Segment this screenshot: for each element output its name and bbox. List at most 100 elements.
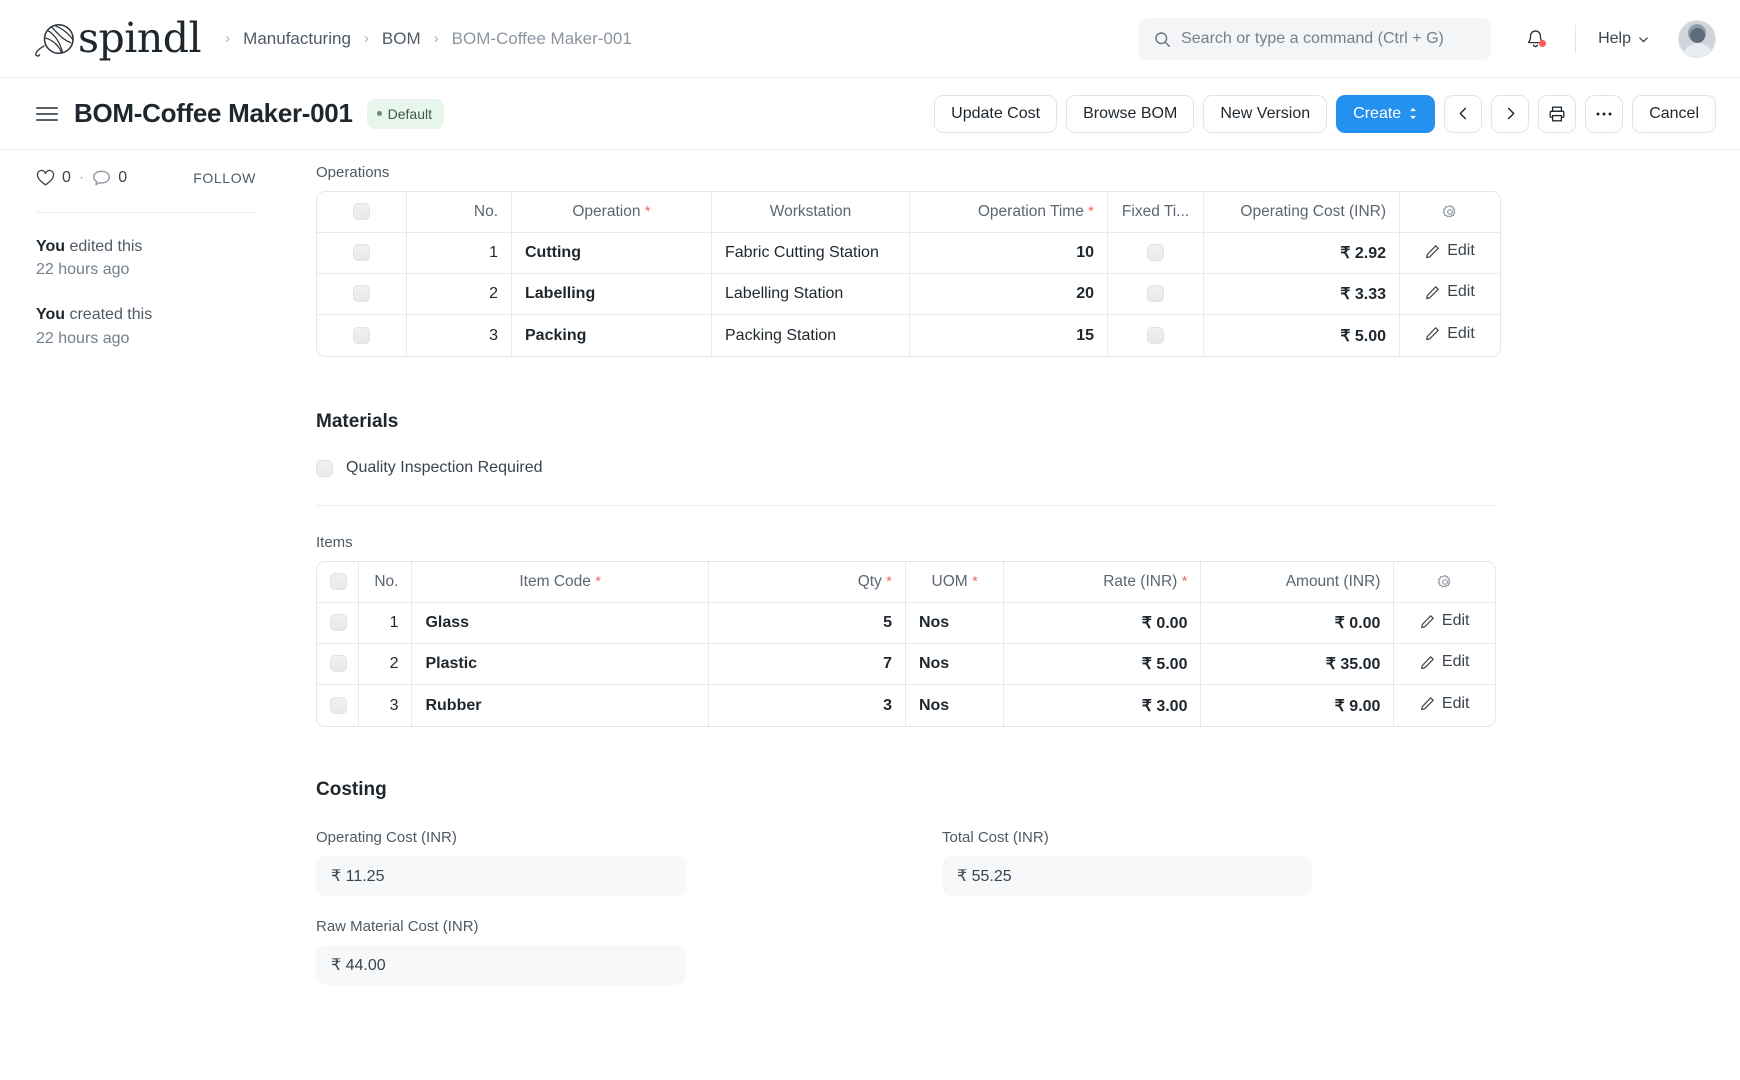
row-qty[interactable]: 5 bbox=[709, 603, 906, 644]
row-operation-time[interactable]: 15 bbox=[910, 315, 1108, 356]
checkbox-icon[interactable] bbox=[330, 655, 347, 672]
quality-inspection-checkbox[interactable] bbox=[316, 460, 333, 477]
row-edit-button[interactable]: Edit bbox=[1394, 603, 1495, 644]
gear-icon[interactable] bbox=[1407, 574, 1482, 590]
avatar[interactable] bbox=[1678, 20, 1716, 58]
row-select-cell[interactable] bbox=[317, 644, 359, 685]
row-workstation[interactable]: Fabric Cutting Station bbox=[712, 233, 910, 274]
row-workstation[interactable]: Packing Station bbox=[712, 315, 910, 356]
row-amount[interactable]: ₹ 35.00 bbox=[1201, 644, 1394, 685]
search-input[interactable]: Search or type a command (Ctrl + G) bbox=[1139, 18, 1491, 60]
checkbox-icon[interactable] bbox=[1147, 285, 1164, 302]
table-row[interactable]: 1 Glass 5 Nos ₹ 0.00 ₹ 0.00 bbox=[317, 603, 1495, 644]
row-workstation[interactable]: Labelling Station bbox=[712, 274, 910, 315]
checkbox-icon[interactable] bbox=[330, 614, 347, 631]
row-amount[interactable]: ₹ 0.00 bbox=[1201, 603, 1394, 644]
row-uom[interactable]: Nos bbox=[906, 644, 1005, 685]
edit-action[interactable]: Edit bbox=[1420, 612, 1470, 630]
row-operation[interactable]: Labelling bbox=[512, 274, 712, 315]
row-rate[interactable]: ₹ 0.00 bbox=[1004, 603, 1201, 644]
print-button[interactable] bbox=[1538, 95, 1576, 133]
checkbox-icon[interactable] bbox=[353, 327, 370, 344]
row-operation[interactable]: Cutting bbox=[512, 233, 712, 274]
checkbox-icon[interactable] bbox=[1147, 244, 1164, 261]
notifications-button[interactable] bbox=[1509, 28, 1561, 50]
row-operating-cost[interactable]: ₹ 2.92 bbox=[1204, 233, 1400, 274]
row-select-cell[interactable] bbox=[317, 603, 359, 644]
row-qty[interactable]: 3 bbox=[709, 685, 906, 726]
update-cost-button[interactable]: Update Cost bbox=[934, 95, 1057, 133]
row-fixed-time[interactable] bbox=[1108, 274, 1204, 315]
brand-logo-link[interactable]: spindl bbox=[34, 18, 201, 59]
prev-record-button[interactable] bbox=[1444, 95, 1482, 133]
operations-settings-button[interactable] bbox=[1400, 192, 1500, 233]
cancel-button[interactable]: Cancel bbox=[1632, 95, 1716, 133]
row-rate[interactable]: ₹ 3.00 bbox=[1004, 685, 1201, 726]
browse-bom-button[interactable]: Browse BOM bbox=[1066, 95, 1194, 133]
create-button[interactable]: Create bbox=[1336, 95, 1435, 133]
row-item-code[interactable]: Plastic bbox=[412, 644, 709, 685]
checkbox-icon[interactable] bbox=[330, 697, 347, 714]
breadcrumb-manufacturing[interactable]: Manufacturing bbox=[235, 27, 359, 51]
table-row[interactable]: 2 Labelling Labelling Station 20 ₹ 3.33 bbox=[317, 274, 1500, 315]
help-menu[interactable]: Help bbox=[1590, 24, 1658, 54]
table-row[interactable]: 2 Plastic 7 Nos ₹ 5.00 ₹ 35.00 bbox=[317, 644, 1495, 685]
hamburger-icon[interactable] bbox=[36, 107, 58, 121]
row-fixed-time[interactable] bbox=[1108, 233, 1204, 274]
row-select-cell[interactable] bbox=[317, 233, 407, 274]
next-record-button[interactable] bbox=[1491, 95, 1529, 133]
edit-action[interactable]: Edit bbox=[1425, 283, 1475, 301]
edit-action[interactable]: Edit bbox=[1425, 242, 1475, 260]
table-row[interactable]: 1 Cutting Fabric Cutting Station 10 ₹ 2.… bbox=[317, 233, 1500, 274]
breadcrumb-current[interactable]: BOM-Coffee Maker-001 bbox=[444, 27, 640, 51]
row-uom[interactable]: Nos bbox=[906, 603, 1005, 644]
heart-icon bbox=[36, 169, 55, 187]
checkbox-icon[interactable] bbox=[330, 573, 347, 590]
row-fixed-time[interactable] bbox=[1108, 315, 1204, 356]
quality-inspection-row[interactable]: Quality Inspection Required bbox=[316, 459, 1496, 477]
row-uom[interactable]: Nos bbox=[906, 685, 1005, 726]
items-table: No. Item Code * Qty * UOM * Rate (INR) *… bbox=[316, 561, 1496, 727]
total-cost-value[interactable]: ₹ 55.25 bbox=[942, 856, 1312, 896]
operating-cost-value[interactable]: ₹ 11.25 bbox=[316, 856, 686, 896]
edit-action[interactable]: Edit bbox=[1420, 695, 1470, 713]
table-row[interactable]: 3 Rubber 3 Nos ₹ 3.00 ₹ 9.00 bbox=[317, 685, 1495, 726]
row-edit-button[interactable]: Edit bbox=[1400, 274, 1500, 315]
checkbox-icon[interactable] bbox=[1147, 327, 1164, 344]
row-amount[interactable]: ₹ 9.00 bbox=[1201, 685, 1394, 726]
row-select-cell[interactable] bbox=[317, 315, 407, 356]
operations-select-all-cell[interactable] bbox=[317, 192, 407, 233]
row-rate[interactable]: ₹ 5.00 bbox=[1004, 644, 1201, 685]
breadcrumb-bom[interactable]: BOM bbox=[374, 27, 429, 51]
row-operation[interactable]: Packing bbox=[512, 315, 712, 356]
row-qty[interactable]: 7 bbox=[709, 644, 906, 685]
row-edit-button[interactable]: Edit bbox=[1400, 315, 1500, 356]
edit-action[interactable]: Edit bbox=[1420, 653, 1470, 671]
row-edit-button[interactable]: Edit bbox=[1394, 685, 1495, 726]
row-operation-time[interactable]: 10 bbox=[910, 233, 1108, 274]
row-operation-time[interactable]: 20 bbox=[910, 274, 1108, 315]
comment-button[interactable]: 0 bbox=[92, 169, 127, 187]
checkbox-icon[interactable] bbox=[353, 203, 370, 220]
row-edit-button[interactable]: Edit bbox=[1394, 644, 1495, 685]
raw-material-cost-value[interactable]: ₹ 44.00 bbox=[316, 945, 686, 985]
row-item-code[interactable]: Glass bbox=[412, 603, 709, 644]
page-body: 0 · 0 FOLLOW You edited this 22 hours ag… bbox=[0, 150, 1740, 1080]
checkbox-icon[interactable] bbox=[353, 285, 370, 302]
row-operating-cost[interactable]: ₹ 3.33 bbox=[1204, 274, 1400, 315]
gear-icon[interactable] bbox=[1413, 204, 1487, 220]
checkbox-icon[interactable] bbox=[353, 244, 370, 261]
row-operating-cost[interactable]: ₹ 5.00 bbox=[1204, 315, 1400, 356]
row-select-cell[interactable] bbox=[317, 685, 359, 726]
row-edit-button[interactable]: Edit bbox=[1400, 233, 1500, 274]
row-select-cell[interactable] bbox=[317, 274, 407, 315]
items-settings-button[interactable] bbox=[1394, 562, 1495, 603]
more-options-button[interactable] bbox=[1585, 95, 1623, 133]
new-version-button[interactable]: New Version bbox=[1203, 95, 1327, 133]
edit-action[interactable]: Edit bbox=[1425, 325, 1475, 343]
follow-button[interactable]: FOLLOW bbox=[193, 170, 256, 186]
row-item-code[interactable]: Rubber bbox=[412, 685, 709, 726]
items-select-all-cell[interactable] bbox=[317, 562, 359, 603]
table-row[interactable]: 3 Packing Packing Station 15 ₹ 5.00 bbox=[317, 315, 1500, 356]
like-button[interactable]: 0 bbox=[36, 169, 71, 187]
